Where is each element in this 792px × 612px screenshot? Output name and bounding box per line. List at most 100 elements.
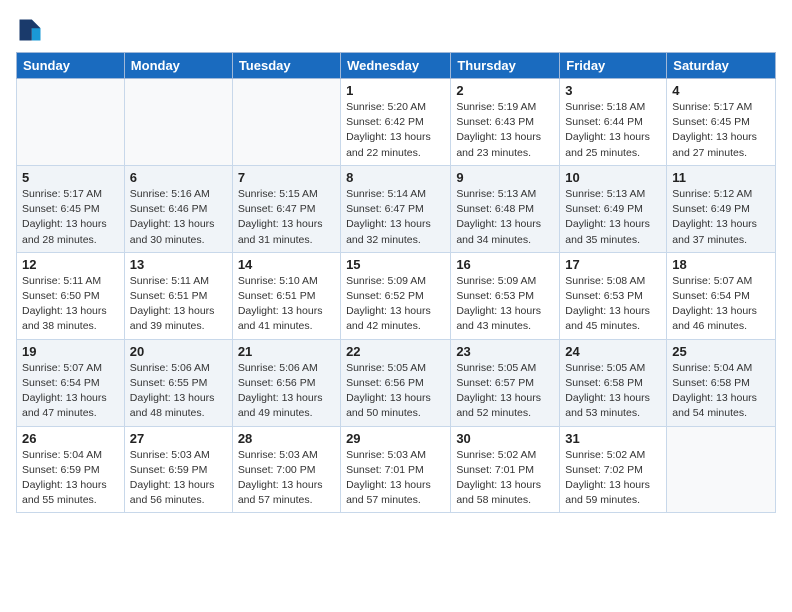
calendar-header-tuesday: Tuesday (232, 53, 340, 79)
day-number: 4 (672, 83, 770, 98)
calendar-cell (124, 79, 232, 166)
day-number: 14 (238, 257, 335, 272)
calendar-cell: 3 Sunrise: 5:18 AM Sunset: 6:44 PM Daylig… (560, 79, 667, 166)
day-number: 27 (130, 431, 227, 446)
day-number: 30 (456, 431, 554, 446)
calendar-cell: 4 Sunrise: 5:17 AM Sunset: 6:45 PM Daylig… (667, 79, 776, 166)
calendar-table: SundayMondayTuesdayWednesdayThursdayFrid… (16, 52, 776, 513)
calendar-cell: 13 Sunrise: 5:11 AM Sunset: 6:51 PM Dayli… (124, 252, 232, 339)
calendar-header-friday: Friday (560, 53, 667, 79)
calendar-week-1: 5Sunrise: 5:17 AM Sunset: 6:45 PM Daylig… (17, 165, 776, 252)
calendar-cell: 2 Sunrise: 5:19 AM Sunset: 6:43 PM Daylig… (451, 79, 560, 166)
day-info: Sunrise: 5:10 AM Sunset: 6:51 PM Dayligh… (238, 274, 335, 335)
day-info: Sunrise: 5:17 AM Sunset: 6:45 PM Dayligh… (672, 100, 770, 161)
day-info: Sunrise: 5:04 AM Sunset: 6:58 PM Dayligh… (672, 361, 770, 422)
calendar-cell: 24 Sunrise: 5:05 AM Sunset: 6:58 PM Dayli… (560, 339, 667, 426)
day-number: 2 (456, 83, 554, 98)
day-info: Sunrise: 5:18 AM Sunset: 6:44 PM Dayligh… (565, 100, 661, 161)
day-info: Sunrise: 5:15 AM Sunset: 6:47 PM Dayligh… (238, 187, 335, 248)
day-number: 15 (346, 257, 445, 272)
day-info: Sunrise: 5:04 AM Sunset: 6:59 PM Dayligh… (22, 448, 119, 509)
calendar-cell (667, 426, 776, 513)
calendar-cell: 20Sunrise: 5:06 AM Sunset: 6:55 PM Dayli… (124, 339, 232, 426)
calendar-cell: 27Sunrise: 5:03 AM Sunset: 6:59 PM Dayli… (124, 426, 232, 513)
day-info: Sunrise: 5:13 AM Sunset: 6:49 PM Dayligh… (565, 187, 661, 248)
day-info: Sunrise: 5:08 AM Sunset: 6:53 PM Dayligh… (565, 274, 661, 335)
day-info: Sunrise: 5:07 AM Sunset: 6:54 PM Dayligh… (22, 361, 119, 422)
header (16, 16, 776, 44)
calendar-cell: 21 Sunrise: 5:06 AM Sunset: 6:56 PM Dayli… (232, 339, 340, 426)
calendar-cell: 16 Sunrise: 5:09 AM Sunset: 6:53 PM Dayli… (451, 252, 560, 339)
day-info: Sunrise: 5:06 AM Sunset: 6:56 PM Dayligh… (238, 361, 335, 422)
day-number: 20 (130, 344, 227, 359)
logo (16, 16, 46, 44)
calendar-cell: 22Sunrise: 5:05 AM Sunset: 6:56 PM Dayli… (341, 339, 451, 426)
calendar-cell: 14 Sunrise: 5:10 AM Sunset: 6:51 PM Dayli… (232, 252, 340, 339)
calendar-cell: 17 Sunrise: 5:08 AM Sunset: 6:53 PM Dayli… (560, 252, 667, 339)
day-number: 19 (22, 344, 119, 359)
day-info: Sunrise: 5:02 AM Sunset: 7:02 PM Dayligh… (565, 448, 661, 509)
calendar-week-2: 12 Sunrise: 5:11 AM Sunset: 6:50 PM Dayli… (17, 252, 776, 339)
calendar-cell: 12 Sunrise: 5:11 AM Sunset: 6:50 PM Dayli… (17, 252, 125, 339)
day-number: 11 (672, 170, 770, 185)
calendar-cell: 1Sunrise: 5:20 AM Sunset: 6:42 PM Daylig… (341, 79, 451, 166)
calendar-cell: 31 Sunrise: 5:02 AM Sunset: 7:02 PM Dayli… (560, 426, 667, 513)
day-number: 3 (565, 83, 661, 98)
calendar-header-row: SundayMondayTuesdayWednesdayThursdayFrid… (17, 53, 776, 79)
day-number: 17 (565, 257, 661, 272)
day-info: Sunrise: 5:02 AM Sunset: 7:01 PM Dayligh… (456, 448, 554, 509)
day-info: Sunrise: 5:16 AM Sunset: 6:46 PM Dayligh… (130, 187, 227, 248)
day-number: 1 (346, 83, 445, 98)
day-number: 18 (672, 257, 770, 272)
day-number: 7 (238, 170, 335, 185)
day-number: 31 (565, 431, 661, 446)
day-number: 16 (456, 257, 554, 272)
day-info: Sunrise: 5:03 AM Sunset: 7:01 PM Dayligh… (346, 448, 445, 509)
calendar-cell: 9 Sunrise: 5:13 AM Sunset: 6:48 PM Daylig… (451, 165, 560, 252)
day-info: Sunrise: 5:11 AM Sunset: 6:51 PM Dayligh… (130, 274, 227, 335)
page: SundayMondayTuesdayWednesdayThursdayFrid… (0, 0, 792, 523)
calendar-cell: 25 Sunrise: 5:04 AM Sunset: 6:58 PM Dayli… (667, 339, 776, 426)
day-number: 6 (130, 170, 227, 185)
day-info: Sunrise: 5:13 AM Sunset: 6:48 PM Dayligh… (456, 187, 554, 248)
day-number: 22 (346, 344, 445, 359)
day-number: 28 (238, 431, 335, 446)
day-number: 24 (565, 344, 661, 359)
day-number: 21 (238, 344, 335, 359)
day-number: 29 (346, 431, 445, 446)
day-number: 26 (22, 431, 119, 446)
day-info: Sunrise: 5:14 AM Sunset: 6:47 PM Dayligh… (346, 187, 445, 248)
calendar-cell (17, 79, 125, 166)
calendar-week-3: 19 Sunrise: 5:07 AM Sunset: 6:54 PM Dayli… (17, 339, 776, 426)
day-number: 23 (456, 344, 554, 359)
calendar-cell: 28 Sunrise: 5:03 AM Sunset: 7:00 PM Dayli… (232, 426, 340, 513)
day-info: Sunrise: 5:19 AM Sunset: 6:43 PM Dayligh… (456, 100, 554, 161)
calendar-cell: 5Sunrise: 5:17 AM Sunset: 6:45 PM Daylig… (17, 165, 125, 252)
day-info: Sunrise: 5:11 AM Sunset: 6:50 PM Dayligh… (22, 274, 119, 335)
calendar-cell: 18 Sunrise: 5:07 AM Sunset: 6:54 PM Dayli… (667, 252, 776, 339)
logo-icon (16, 16, 44, 44)
day-number: 25 (672, 344, 770, 359)
day-info: Sunrise: 5:07 AM Sunset: 6:54 PM Dayligh… (672, 274, 770, 335)
day-number: 13 (130, 257, 227, 272)
day-number: 5 (22, 170, 119, 185)
calendar-week-4: 26 Sunrise: 5:04 AM Sunset: 6:59 PM Dayli… (17, 426, 776, 513)
day-info: Sunrise: 5:09 AM Sunset: 6:52 PM Dayligh… (346, 274, 445, 335)
calendar-header-thursday: Thursday (451, 53, 560, 79)
day-number: 10 (565, 170, 661, 185)
calendar-cell: 8 Sunrise: 5:14 AM Sunset: 6:47 PM Daylig… (341, 165, 451, 252)
day-number: 9 (456, 170, 554, 185)
calendar-cell: 15 Sunrise: 5:09 AM Sunset: 6:52 PM Dayli… (341, 252, 451, 339)
day-info: Sunrise: 5:05 AM Sunset: 6:58 PM Dayligh… (565, 361, 661, 422)
day-number: 8 (346, 170, 445, 185)
calendar-cell: 7 Sunrise: 5:15 AM Sunset: 6:47 PM Daylig… (232, 165, 340, 252)
calendar-cell: 10 Sunrise: 5:13 AM Sunset: 6:49 PM Dayli… (560, 165, 667, 252)
calendar-header-saturday: Saturday (667, 53, 776, 79)
day-number: 12 (22, 257, 119, 272)
calendar-cell: 19 Sunrise: 5:07 AM Sunset: 6:54 PM Dayli… (17, 339, 125, 426)
day-info: Sunrise: 5:09 AM Sunset: 6:53 PM Dayligh… (456, 274, 554, 335)
calendar-cell: 23Sunrise: 5:05 AM Sunset: 6:57 PM Dayli… (451, 339, 560, 426)
day-info: Sunrise: 5:03 AM Sunset: 7:00 PM Dayligh… (238, 448, 335, 509)
calendar-cell: 29 Sunrise: 5:03 AM Sunset: 7:01 PM Dayli… (341, 426, 451, 513)
calendar-cell: 11Sunrise: 5:12 AM Sunset: 6:49 PM Dayli… (667, 165, 776, 252)
